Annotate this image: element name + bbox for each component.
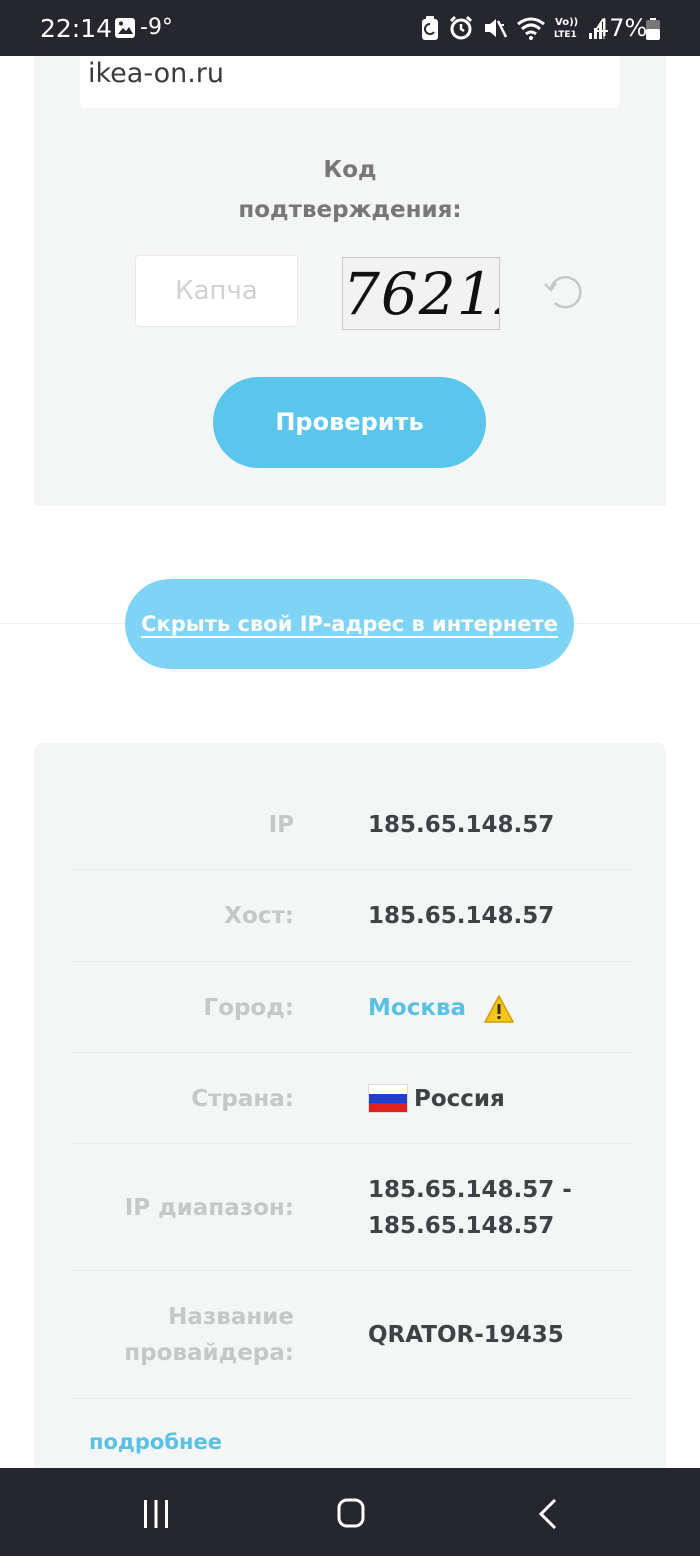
- back-icon[interactable]: [537, 1498, 559, 1530]
- hide-ip-button-label: Скрыть свой IP-адрес в интернете: [141, 612, 558, 636]
- recent-apps-icon[interactable]: [142, 1499, 170, 1529]
- svg-text:LTE1: LTE1: [554, 30, 577, 40]
- ip-range-value-start: 185.65.148.57 -: [368, 1177, 572, 1203]
- captcha-placeholder: Капча: [175, 276, 258, 306]
- provider-label-line-1: Название: [168, 1304, 294, 1330]
- check-button[interactable]: Проверить: [213, 377, 486, 468]
- battery-saver-icon: [422, 16, 438, 40]
- city-link[interactable]: Москва: [368, 990, 466, 1026]
- captcha-image-text: 76212: [343, 260, 499, 328]
- captcha-image: 76212: [342, 257, 500, 330]
- wifi-icon: [517, 17, 545, 40]
- provider-label-line-2: провайдера:: [124, 1340, 294, 1366]
- code-label-line-1: Код: [323, 157, 377, 183]
- warning-icon[interactable]: [484, 995, 514, 1023]
- home-icon[interactable]: [337, 1498, 365, 1528]
- city-label: Город:: [203, 995, 295, 1021]
- domain-input[interactable]: ikea-on.ru: [80, 56, 620, 108]
- ip-range-value-end: 185.65.148.57: [368, 1213, 555, 1239]
- ip-range-label: IP диапазон:: [124, 1195, 294, 1221]
- refresh-captcha-icon[interactable]: [543, 270, 587, 314]
- more-details-link[interactable]: подробнее: [89, 1430, 222, 1454]
- ip-label: IP: [268, 812, 294, 838]
- ip-value: 185.65.148.57: [368, 812, 555, 838]
- host-label: Хост:: [224, 903, 294, 929]
- info-row-ip-range: IP диапазон: 185.65.148.57 - 185.65.148.…: [72, 1144, 632, 1271]
- info-row-host: Хост: 185.65.148.57: [72, 870, 632, 962]
- info-row-ip: IP 185.65.148.57: [72, 779, 632, 870]
- battery-icon: [646, 18, 660, 40]
- system-nav-bar: [0, 1468, 700, 1556]
- svg-text:Vo)): Vo)): [555, 17, 578, 28]
- status-temperature: -9°: [140, 15, 173, 40]
- russia-flag-icon: [368, 1084, 408, 1113]
- hide-ip-button[interactable]: Скрыть свой IP-адрес в интернете: [125, 579, 574, 669]
- domain-input-value: ikea-on.ru: [88, 58, 225, 89]
- mute-icon: [485, 19, 508, 38]
- provider-value: QRATOR-19435: [368, 1322, 564, 1348]
- confirmation-code-label: Код подтверждения:: [200, 150, 500, 230]
- country-label: Страна:: [191, 1086, 294, 1112]
- country-value: Россия: [414, 1086, 505, 1112]
- alarm-icon: [449, 15, 473, 40]
- info-row-country: Страна: Россия: [72, 1053, 632, 1144]
- captcha-input[interactable]: Капча: [135, 255, 298, 327]
- info-row-city: Город: Москва: [72, 962, 632, 1053]
- info-row-provider: Название провайдера: QRATOR-19435: [72, 1271, 632, 1399]
- gallery-icon: [115, 18, 135, 38]
- status-bar: 22:14 -9° Vo)) LTE1 47%: [0, 0, 700, 56]
- status-time: 22:14: [40, 14, 113, 43]
- battery-percent: 47%: [594, 14, 648, 42]
- host-value: 185.65.148.57: [368, 903, 555, 929]
- volte-lte-icon: Vo)) LTE1: [554, 17, 578, 40]
- code-label-line-2: подтверждения:: [238, 197, 462, 223]
